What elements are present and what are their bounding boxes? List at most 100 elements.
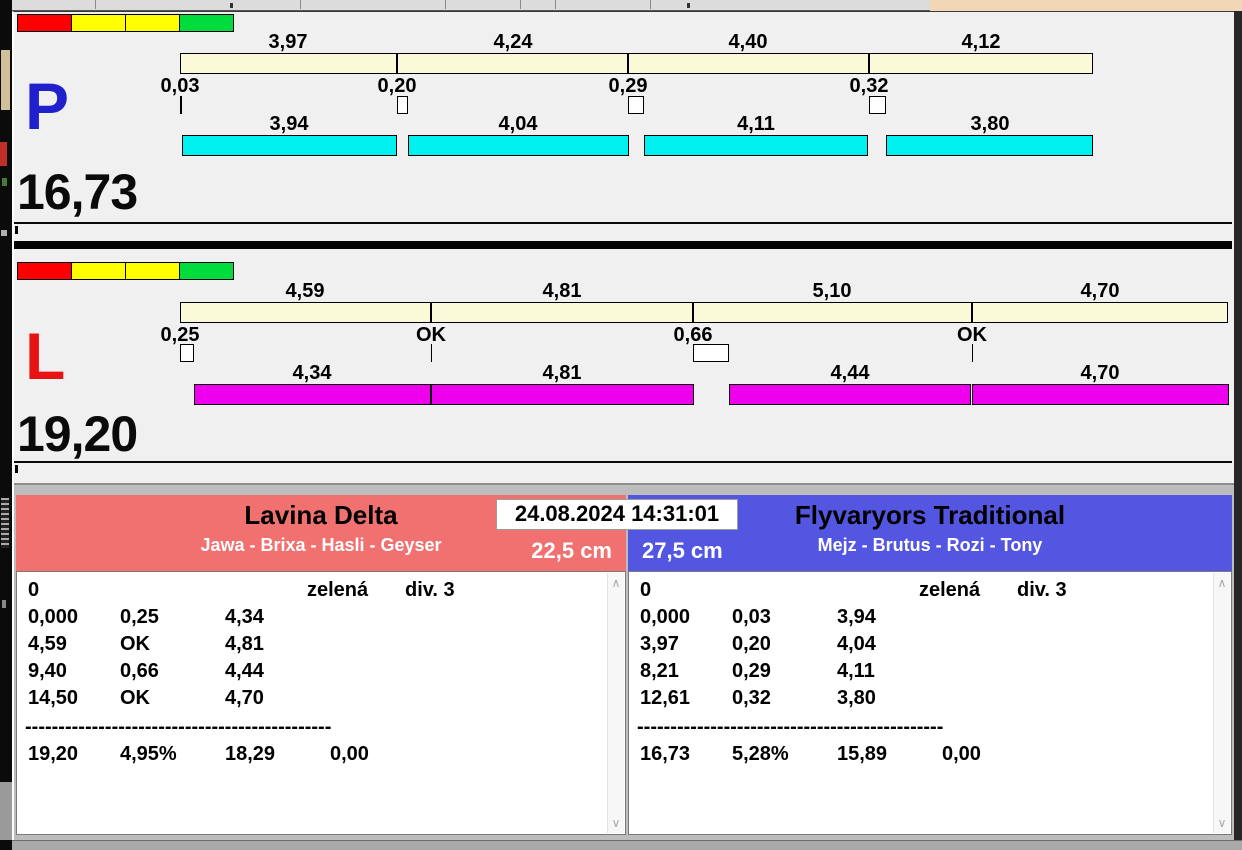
pass-time-label: 0,03: [160, 75, 200, 97]
pass-time-label: 0,20: [377, 75, 417, 97]
desktop-fragment: [2, 600, 6, 608]
net-time-cell: 18,29: [225, 743, 276, 765]
desktop-fragment: [0, 782, 12, 840]
splits-total-bar: [180, 53, 1093, 74]
penalty-cell: 0,00: [942, 743, 981, 765]
pass-gap-box: [628, 96, 644, 114]
dog-time-label: 4,11: [737, 113, 775, 135]
dog-time-bar: [886, 135, 1093, 156]
dog-time-cell: 4,34: [225, 606, 264, 628]
pass-time-label: OK: [957, 324, 987, 346]
cumulative-time-cell: 8,21: [640, 660, 679, 682]
dog-time-bar: [431, 384, 694, 405]
dog-time-label: 4,44: [830, 362, 870, 384]
lane-section-p: P 16,73 3,97 0,03 3,94 4,24 0,20 4,04 4,40 0,29…: [14, 13, 1232, 224]
datetime-display: 24.08.2024 14:31:01: [496, 499, 738, 530]
split-divider: [692, 302, 694, 323]
cumulative-time-cell: 0,000: [28, 606, 79, 628]
separator-row: ----------------------------------------…: [637, 716, 944, 738]
pass-time-label: 0,29: [608, 75, 648, 97]
pass-time-cell: 0,29: [732, 660, 771, 682]
pass-time-label: 0,32: [849, 75, 889, 97]
run-info-row: 0 zelená div. 3: [637, 578, 1209, 605]
ok-pass-tick: [972, 344, 973, 362]
results-textarea[interactable]: 0 zelená div. 3 0,000 0,03 3,94 3,97 0,2…: [628, 571, 1232, 835]
dog-time-label: 4,04: [498, 113, 538, 135]
dog-time-cell: 3,80: [837, 687, 876, 709]
lane-race-visualization: 4,59 0,25 4,34 4,81 OK 4,81 5,10 0,66 4,44 4,70 OK…: [14, 249, 1232, 461]
dog-time-cell: 4,44: [225, 660, 264, 682]
scroll-up-arrow-icon[interactable]: ∧: [1214, 575, 1230, 591]
window-bottom-border: [12, 840, 1242, 850]
dog-time-bar: [729, 384, 971, 405]
splits-total-bar: [180, 302, 1228, 323]
lap-split-label: 4,24: [493, 31, 533, 53]
split-divider: [627, 53, 629, 74]
toolbar-divider: [300, 0, 301, 9]
desktop-fragment: [1, 50, 10, 110]
pass-gap-box: [869, 96, 886, 114]
toolbar-notch: [687, 3, 690, 8]
scrollbar[interactable]: ∧ ∨: [1213, 573, 1230, 833]
jump-height-label: 27,5 cm: [642, 538, 723, 563]
lap-row: 4,59 OK 4,81: [25, 632, 603, 659]
scoreboard: Lavina Delta Jawa - Brixa - Hasli - Geys…: [14, 483, 1234, 841]
team-panel-left: Lavina Delta Jawa - Brixa - Hasli - Geys…: [16, 495, 626, 835]
lap-split-label: 4,70: [1080, 280, 1120, 302]
pass-gap-box: [693, 344, 729, 362]
pass-time-label: 0,25: [160, 324, 200, 346]
dog-time-label: 3,94: [269, 113, 309, 135]
scroll-down-arrow-icon[interactable]: ∨: [1214, 815, 1230, 831]
split-divider: [396, 53, 398, 74]
dog-time-label: 4,34: [292, 362, 332, 384]
desktop-fragment: [1, 498, 9, 548]
pass-percent-cell: 5,28%: [732, 743, 789, 765]
desktop-edge-strip: [0, 0, 12, 850]
lap-split-label: 4,81: [542, 280, 582, 302]
dog-time-bar: [972, 384, 1229, 405]
dog-time-cell: 4,70: [225, 687, 264, 709]
results-textarea[interactable]: 0 zelená div. 3 0,000 0,25 4,34 4,59 OK …: [16, 571, 626, 835]
cumulative-time-cell: 14,50: [28, 687, 79, 709]
pass-time-label: OK: [416, 324, 446, 346]
toolbar-divider: [520, 0, 521, 9]
run-info-row: 0 zelená div. 3: [25, 578, 603, 605]
dog-time-bar: [194, 384, 431, 405]
pass-time-cell: OK: [120, 633, 150, 655]
row-start-tick: [15, 465, 18, 473]
lap-split-label: 4,12: [961, 31, 1001, 53]
lap-row: 8,21 0,29 4,11: [637, 659, 1209, 686]
pass-gap-box: [180, 344, 194, 362]
lane-divider-bar: [14, 241, 1232, 249]
results-rows: 0 zelená div. 3 0,000 0,03 3,94 3,97 0,2…: [637, 578, 1209, 778]
scroll-down-arrow-icon[interactable]: ∨: [608, 815, 624, 831]
scrollbar[interactable]: ∧ ∨: [607, 573, 624, 833]
scroll-up-arrow-icon[interactable]: ∧: [608, 575, 624, 591]
lap-row: 3,97 0,20 4,04: [637, 632, 1209, 659]
split-divider: [430, 302, 432, 323]
split-divider: [868, 53, 870, 74]
dog-time-label: 4,81: [542, 362, 582, 384]
totals-row: 19,20 4,95% 18,29 0,00: [25, 742, 603, 769]
lane-section-l: L 19,20 4,59 0,25 4,34 4,81 OK 4,81 5,10 0,66 4,…: [14, 249, 1232, 463]
pass-time-label: 0,66: [673, 324, 713, 346]
run-number-cell: 0: [640, 579, 652, 601]
division-cell: div. 3: [405, 579, 455, 601]
net-time-cell: 15,89: [837, 743, 888, 765]
pass-time-cell: 0,32: [732, 687, 771, 709]
dog-time-bar: [644, 135, 868, 156]
background-window-strip: [930, 0, 1242, 11]
desktop-fragment: [1, 230, 7, 236]
team-panel-right: Flyvaryors Traditional Mejz - Brutus - R…: [628, 495, 1232, 835]
ok-pass-tick: [431, 344, 432, 362]
division-cell: div. 3: [1017, 579, 1067, 601]
lap-split-label: 3,97: [268, 31, 308, 53]
pass-time-cell: 0,25: [120, 606, 159, 628]
lap-row: 0,000 0,03 3,94: [637, 605, 1209, 632]
dog-time-cell: 4,11: [837, 660, 875, 682]
cumulative-time-cell: 12,61: [640, 687, 691, 709]
results-rows: 0 zelená div. 3 0,000 0,25 4,34 4,59 OK …: [25, 578, 603, 778]
lap-split-label: 4,59: [285, 280, 325, 302]
cumulative-time-cell: 9,40: [28, 660, 67, 682]
lap-row: 9,40 0,66 4,44: [25, 659, 603, 686]
